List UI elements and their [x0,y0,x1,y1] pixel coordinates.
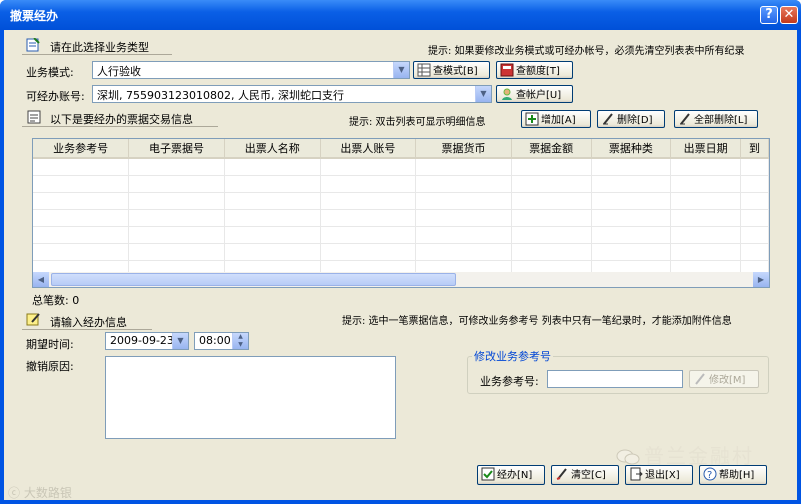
spinner-arrows-icon[interactable]: ▲ ▼ [232,333,248,349]
table-row[interactable] [33,192,769,210]
transactions-section-title: 以下是要经办的票据交易信息 [50,113,193,126]
exit-button[interactable]: 退出[X] [625,465,693,485]
modify-ref-group-title: 修改业务参考号 [472,348,553,364]
transactions-hint: 提示: 双击列表可显示明细信息 [349,117,486,128]
table-row[interactable] [33,226,769,244]
scroll-right-icon[interactable]: ▶ [753,272,769,287]
ref-label: 业务参考号: [480,375,539,388]
select-icon [26,37,40,55]
help-label: 帮助[H] [719,470,755,481]
watermark-logo-icon: ⓒ [8,486,21,500]
business-hint: 提示: 如果要修改业务模式或可经办帐号，必须先清空列表表中所有纪录 [428,46,745,57]
transactions-table[interactable]: 业务参考号 电子票据号 出票人名称 出票人账号 票据货币 票据金额 票据种类 出… [32,138,770,288]
column-header[interactable]: 出票日期 [670,139,742,159]
delete-icon [601,112,615,126]
column-header[interactable]: 电子票据号 [128,139,225,159]
delete-label: 删除[D] [617,115,653,126]
help-title-button[interactable]: ? [760,6,778,24]
ref-input[interactable] [547,370,683,388]
user-icon [500,87,514,101]
reason-label: 撤销原因: [26,360,74,373]
handle-button[interactable]: 经办[N] [477,465,545,485]
svg-text:?: ? [707,470,712,481]
section-divider [22,329,152,330]
delete-all-button[interactable]: 全部删除[L] [674,110,758,128]
delete-all-icon [678,112,692,126]
exit-label: 退出[X] [645,470,680,481]
window-title: 撤票经办 [10,9,59,23]
clear-icon [555,467,569,481]
edit-icon [26,312,42,329]
account-select[interactable]: 深圳, 755903123010802, 人民币, 深圳蛇口支行 ▼ [92,85,492,103]
add-button[interactable]: 增加[A] [521,110,591,128]
add-label: 增加[A] [541,115,576,126]
column-header[interactable]: 出票人账号 [320,139,417,159]
dialog-client-area: 请在此选择业务类型 提示: 如果要修改业务模式或可经办帐号，必须先清空列表表中所… [4,30,797,500]
list-icon [26,110,42,127]
pencil-icon [693,372,707,386]
column-header[interactable]: 票据货币 [415,139,512,159]
check-account-button[interactable]: 查帐户[U] [496,85,573,103]
business-section-title: 请在此选择业务类型 [50,41,149,54]
mode-select[interactable]: 人行验收 ▼ [92,61,410,79]
horizontal-scrollbar[interactable]: ◀ ▶ [32,272,770,288]
handling-hint: 提示: 选中一笔票据信息，可修改业务参考号 列表中只有一笔纪录时，才能添加附件信… [342,316,732,327]
table-row[interactable] [33,158,769,176]
section-divider [22,54,172,55]
clear-button[interactable]: 清空[C] [551,465,619,485]
title-bar[interactable]: 撤票经办 ? ✕ [0,0,801,30]
chevron-down-icon[interactable]: ▼ [172,333,188,349]
reason-textarea[interactable] [105,356,396,439]
scrollbar-thumb[interactable] [51,273,456,286]
scroll-left-icon[interactable]: ◀ [33,272,49,287]
delete-button[interactable]: 删除[D] [597,110,665,128]
handle-label: 经办[N] [497,470,533,481]
handling-section-title: 请输入经办信息 [50,316,127,329]
exit-icon [629,467,643,481]
calculator-icon [500,63,514,77]
table-icon [417,63,431,77]
account-value: 深圳, 755903123010802, 人民币, 深圳蛇口支行 [97,89,344,102]
check-account-label: 查帐户[U] [516,90,562,101]
expected-time-label: 期望时间: [26,338,74,351]
watermark-left: ⓒ 大数路银 [8,484,72,501]
section-divider [22,126,218,127]
help-button[interactable]: ? 帮助[H] [699,465,767,485]
table-row[interactable] [33,243,769,261]
check-amount-label: 查额度[T] [516,66,560,77]
table-header-row: 业务参考号 电子票据号 出票人名称 出票人账号 票据货币 票据金额 票据种类 出… [33,139,769,159]
time-spinner[interactable]: 08:00 ▲ ▼ [194,332,249,350]
watermark-left-text: 大数路银 [23,486,72,500]
total-count: 总笔数: 0 [32,294,80,307]
check-mode-label: 查模式[B] [433,66,478,77]
column-header[interactable]: 到 [740,139,769,159]
date-value: 2009-09-23 [110,334,174,347]
check-amount-button[interactable]: 查额度[T] [496,61,573,79]
submit-icon [481,467,495,481]
add-icon [525,112,539,126]
delete-all-label: 全部删除[L] [694,115,748,126]
mode-value: 人行验收 [97,65,141,78]
column-header[interactable]: 票据种类 [591,139,672,159]
close-button[interactable]: ✕ [780,6,798,24]
clear-label: 清空[C] [571,470,606,481]
modify-button[interactable]: 修改[M] [689,370,759,388]
column-header[interactable]: 出票人名称 [224,139,321,159]
column-header[interactable]: 业务参考号 [33,139,130,159]
account-label: 可经办账号: [26,90,85,103]
table-row[interactable] [33,209,769,227]
chevron-down-icon[interactable]: ▼ [475,86,491,102]
table-row[interactable] [33,175,769,193]
check-mode-button[interactable]: 查模式[B] [413,61,490,79]
modify-label: 修改[M] [709,375,746,386]
mode-label: 业务模式: [26,66,74,79]
help-icon: ? [703,467,717,481]
column-header[interactable]: 票据金额 [511,139,592,159]
time-value: 08:00 [199,334,231,347]
chevron-down-icon[interactable]: ▼ [393,62,409,78]
dialog-window: 撤票经办 ? ✕ 请在此选择业务类型 提示: 如果要修改业务模式或可经办帐号，必… [0,0,801,504]
date-picker[interactable]: 2009-09-23 ▼ [105,332,189,350]
